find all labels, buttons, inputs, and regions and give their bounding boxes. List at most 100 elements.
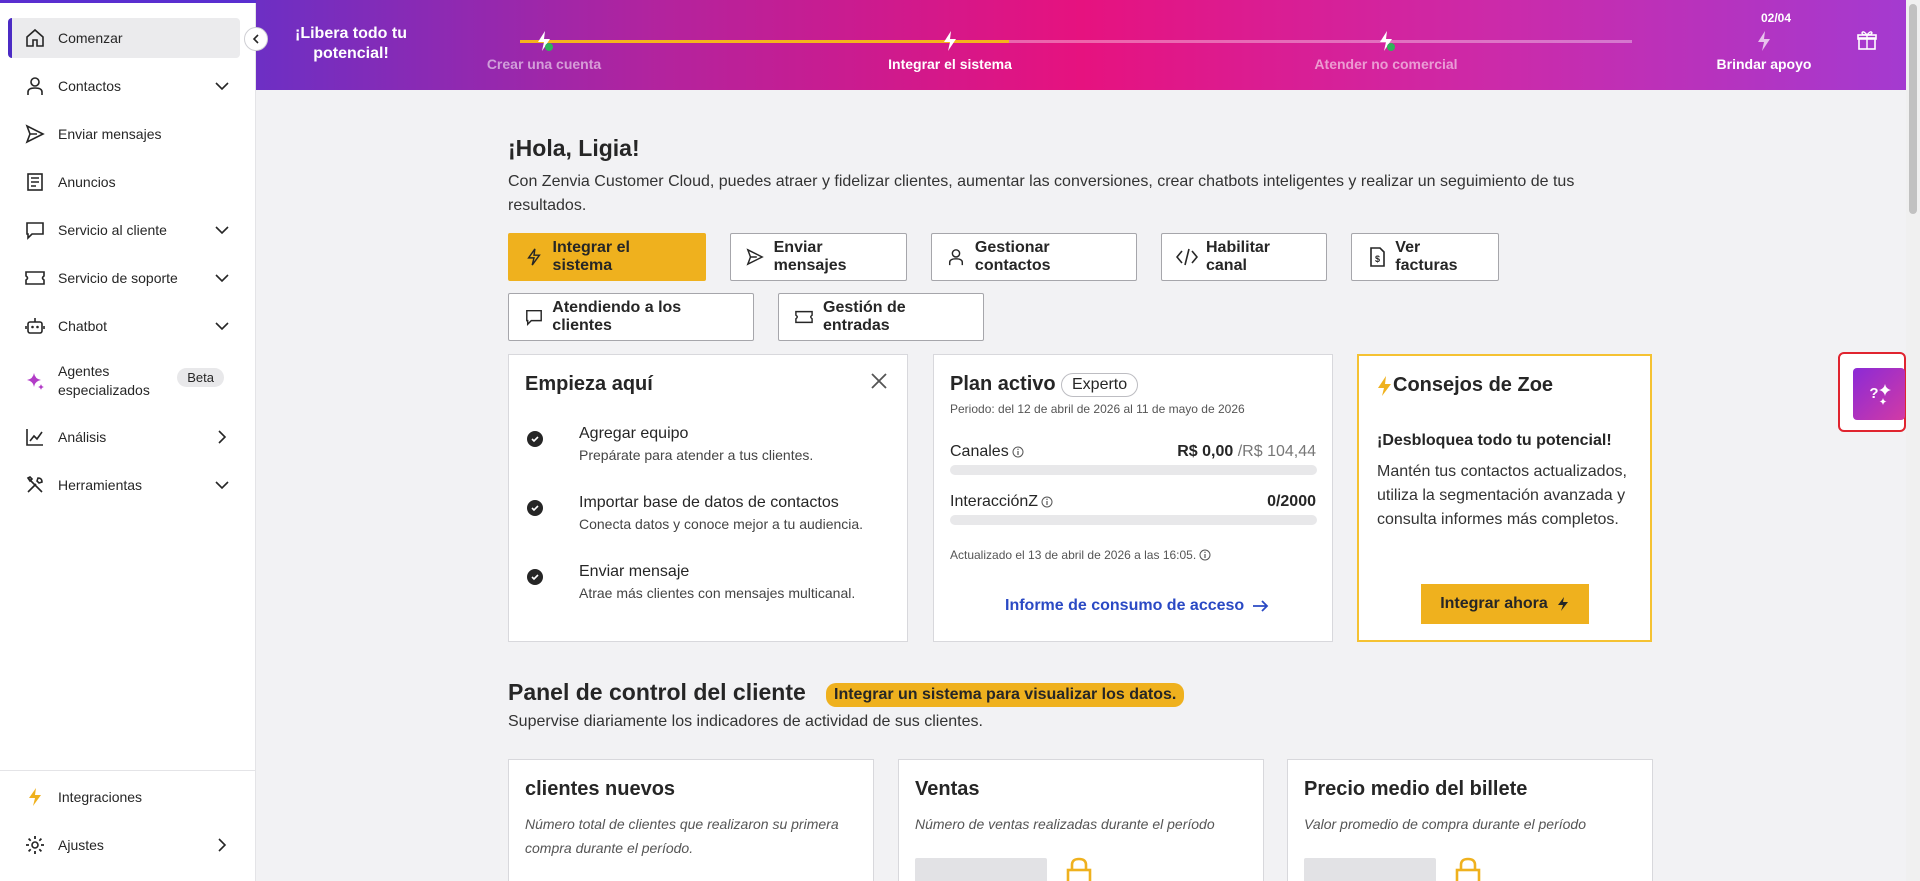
zoe-tips-card: Consejos de Zoe ¡Desbloquea todo tu pote…	[1357, 354, 1652, 642]
check-icon	[527, 500, 543, 516]
step-atender-no-comercial[interactable]: Atender no comercial	[1314, 56, 1457, 72]
gestion-entradas-button[interactable]: Gestión de entradas	[778, 293, 984, 341]
gestionar-contactos-button[interactable]: Gestionar contactos	[931, 233, 1137, 281]
info-icon[interactable]	[1041, 496, 1053, 508]
chart-icon	[24, 426, 46, 448]
button-label: Enviar mensajes	[773, 239, 847, 274]
chevron-right-icon[interactable]	[212, 427, 232, 447]
sidebar-item-label: Ajustes	[58, 837, 104, 853]
close-icon[interactable]	[869, 371, 889, 391]
canales-label: Canales	[950, 443, 1024, 461]
gift-icon[interactable]	[1856, 29, 1878, 51]
chevron-down-icon[interactable]	[212, 220, 232, 240]
button-label: Atendiendo a los clientes	[552, 299, 682, 334]
sidebar-item-analisis[interactable]: Análisis	[8, 417, 240, 457]
panel-warning-badge: Integrar un sistema para visualizar los …	[826, 683, 1185, 707]
page-scrollbar[interactable]	[1906, 0, 1920, 881]
card-title: Plan activo	[950, 373, 1056, 395]
invoice-icon: $	[1366, 246, 1387, 268]
plan-badge: Experto	[1061, 373, 1139, 397]
metric-value: 0/2000	[1267, 493, 1316, 510]
sidebar-item-label: Enviar mensajes	[58, 126, 162, 142]
step-brindar-apoyo[interactable]: Brindar apoyo	[1717, 56, 1812, 72]
sidebar-item-label: Anuncios	[58, 174, 116, 190]
document-icon	[24, 171, 46, 193]
sidebar-item-agentes-especializados[interactable]: Agentes especializados Beta	[8, 358, 240, 404]
sidebar-item-ajustes[interactable]: Ajustes	[8, 825, 240, 865]
sidebar-item-contactos[interactable]: Contactos	[8, 66, 240, 106]
metric-card-title: Ventas	[915, 778, 980, 800]
robot-icon	[24, 315, 46, 337]
chevron-down-icon[interactable]	[212, 268, 232, 288]
card-title-text: Consejos de Zoe	[1393, 374, 1554, 396]
code-icon	[1176, 246, 1198, 268]
step-integrar-sistema[interactable]: Integrar el sistema	[888, 56, 1012, 72]
send-icon	[24, 123, 46, 145]
sidebar-item-servicio-soporte[interactable]: Servicio de soporte	[8, 258, 240, 298]
chevron-down-icon[interactable]	[212, 76, 232, 96]
floating-widget-highlight: ?	[1838, 352, 1906, 432]
zoe-text: Mantén tus contactos actualizados, utili…	[1377, 463, 1627, 528]
svg-text:$: $	[1375, 254, 1380, 264]
person-icon	[24, 75, 46, 97]
updated-note: Actualizado el 13 de abril de 2026 a las…	[950, 548, 1211, 562]
info-icon[interactable]	[1199, 549, 1211, 561]
sidebar-item-label: Contactos	[58, 78, 122, 94]
button-label: Ver facturas	[1395, 239, 1458, 274]
ai-help-button[interactable]: ?	[1853, 368, 1905, 420]
scrollbar-thumb[interactable]	[1909, 4, 1917, 214]
sidebar-item-anuncios[interactable]: Anuncios	[8, 162, 240, 202]
ver-facturas-button[interactable]: $ Ver facturas	[1351, 233, 1499, 281]
panel-title: Panel de control del cliente	[508, 679, 806, 705]
progress-fill	[520, 40, 1010, 43]
person-icon	[946, 246, 967, 268]
metric-card-title: clientes nuevos	[525, 778, 676, 800]
task-title: Enviar mensaje	[579, 563, 690, 580]
gear-icon	[24, 834, 46, 856]
step-lightning-icon	[1380, 31, 1395, 51]
collapse-sidebar-button[interactable]	[244, 27, 268, 51]
consumption-report-link[interactable]: Informe de consumo de acceso	[1005, 597, 1270, 615]
step-lightning-icon	[1758, 31, 1770, 51]
chevron-down-icon[interactable]	[212, 316, 232, 336]
task-title: Importar base de datos de contactos	[579, 494, 839, 511]
metric-card-ventas: Ventas Número de ventas realizadas duran…	[898, 759, 1264, 881]
info-icon[interactable]	[1012, 446, 1024, 458]
metric-card-clientes-nuevos: clientes nuevos Número total de clientes…	[508, 759, 874, 881]
enviar-mensajes-button[interactable]: Enviar mensajes	[730, 233, 907, 281]
button-label: Integrar ahora	[1440, 595, 1548, 612]
chevron-right-icon[interactable]	[212, 835, 232, 855]
button-label: Gestión de entradas	[823, 299, 906, 334]
task-subtitle: Conecta datos y conoce mejor a tu audien…	[579, 516, 864, 532]
step-crear-cuenta[interactable]: Crear una cuenta	[487, 56, 601, 72]
sidebar-item-comenzar[interactable]: Comenzar	[8, 18, 240, 58]
banner-title: ¡Libera todo tu potencial!	[295, 25, 407, 62]
sidebar-item-integraciones[interactable]: Integraciones	[8, 777, 240, 817]
ai-help-icon: ?	[1869, 384, 1891, 405]
interaccion-label: InteracciónZ	[950, 493, 1053, 511]
sidebar-item-label: Agentes especializados	[58, 363, 150, 398]
integrar-sistema-button[interactable]: Integrar el sistema	[508, 233, 706, 281]
button-label: Integrar el sistema	[552, 239, 630, 274]
sidebar-item-herramientas[interactable]: Herramientas	[8, 465, 240, 505]
sidebar-item-label: Servicio de soporte	[58, 270, 178, 286]
updated-text: Actualizado el 13 de abril de 2026 a las…	[950, 548, 1197, 562]
sidebar-item-servicio-cliente[interactable]: Servicio al cliente	[8, 210, 240, 250]
task-subtitle: Atrae más clientes con mensajes multican…	[579, 585, 856, 601]
atendiendo-clientes-button[interactable]: Atendiendo a los clientes	[508, 293, 754, 341]
metric-card-desc: Valor promedio de compra durante el perí…	[1304, 816, 1586, 832]
metric-card-desc: Número total de clientes que realizaron …	[525, 816, 839, 856]
ticket-icon	[24, 267, 46, 289]
start-here-card: Empieza aquí Agregar equipo Prepárate pa…	[508, 354, 908, 642]
habilitar-canal-button[interactable]: Habilitar canal	[1161, 233, 1327, 281]
sidebar-item-enviar-mensajes[interactable]: Enviar mensajes	[8, 114, 240, 154]
lightning-icon	[1557, 597, 1568, 611]
sidebar-item-chatbot[interactable]: Chatbot	[8, 306, 240, 346]
button-label: Gestionar contactos	[974, 239, 1051, 274]
metric-card-desc: Número de ventas realizadas durante el p…	[915, 816, 1215, 832]
metric-max: /R$ 104,44	[1237, 443, 1316, 460]
sidebar: Comenzar Contactos Enviar mensajes Anunc…	[0, 0, 256, 881]
chevron-down-icon[interactable]	[212, 475, 232, 495]
chevron-left-icon	[252, 34, 259, 44]
integrar-ahora-button[interactable]: Integrar ahora	[1421, 584, 1589, 624]
